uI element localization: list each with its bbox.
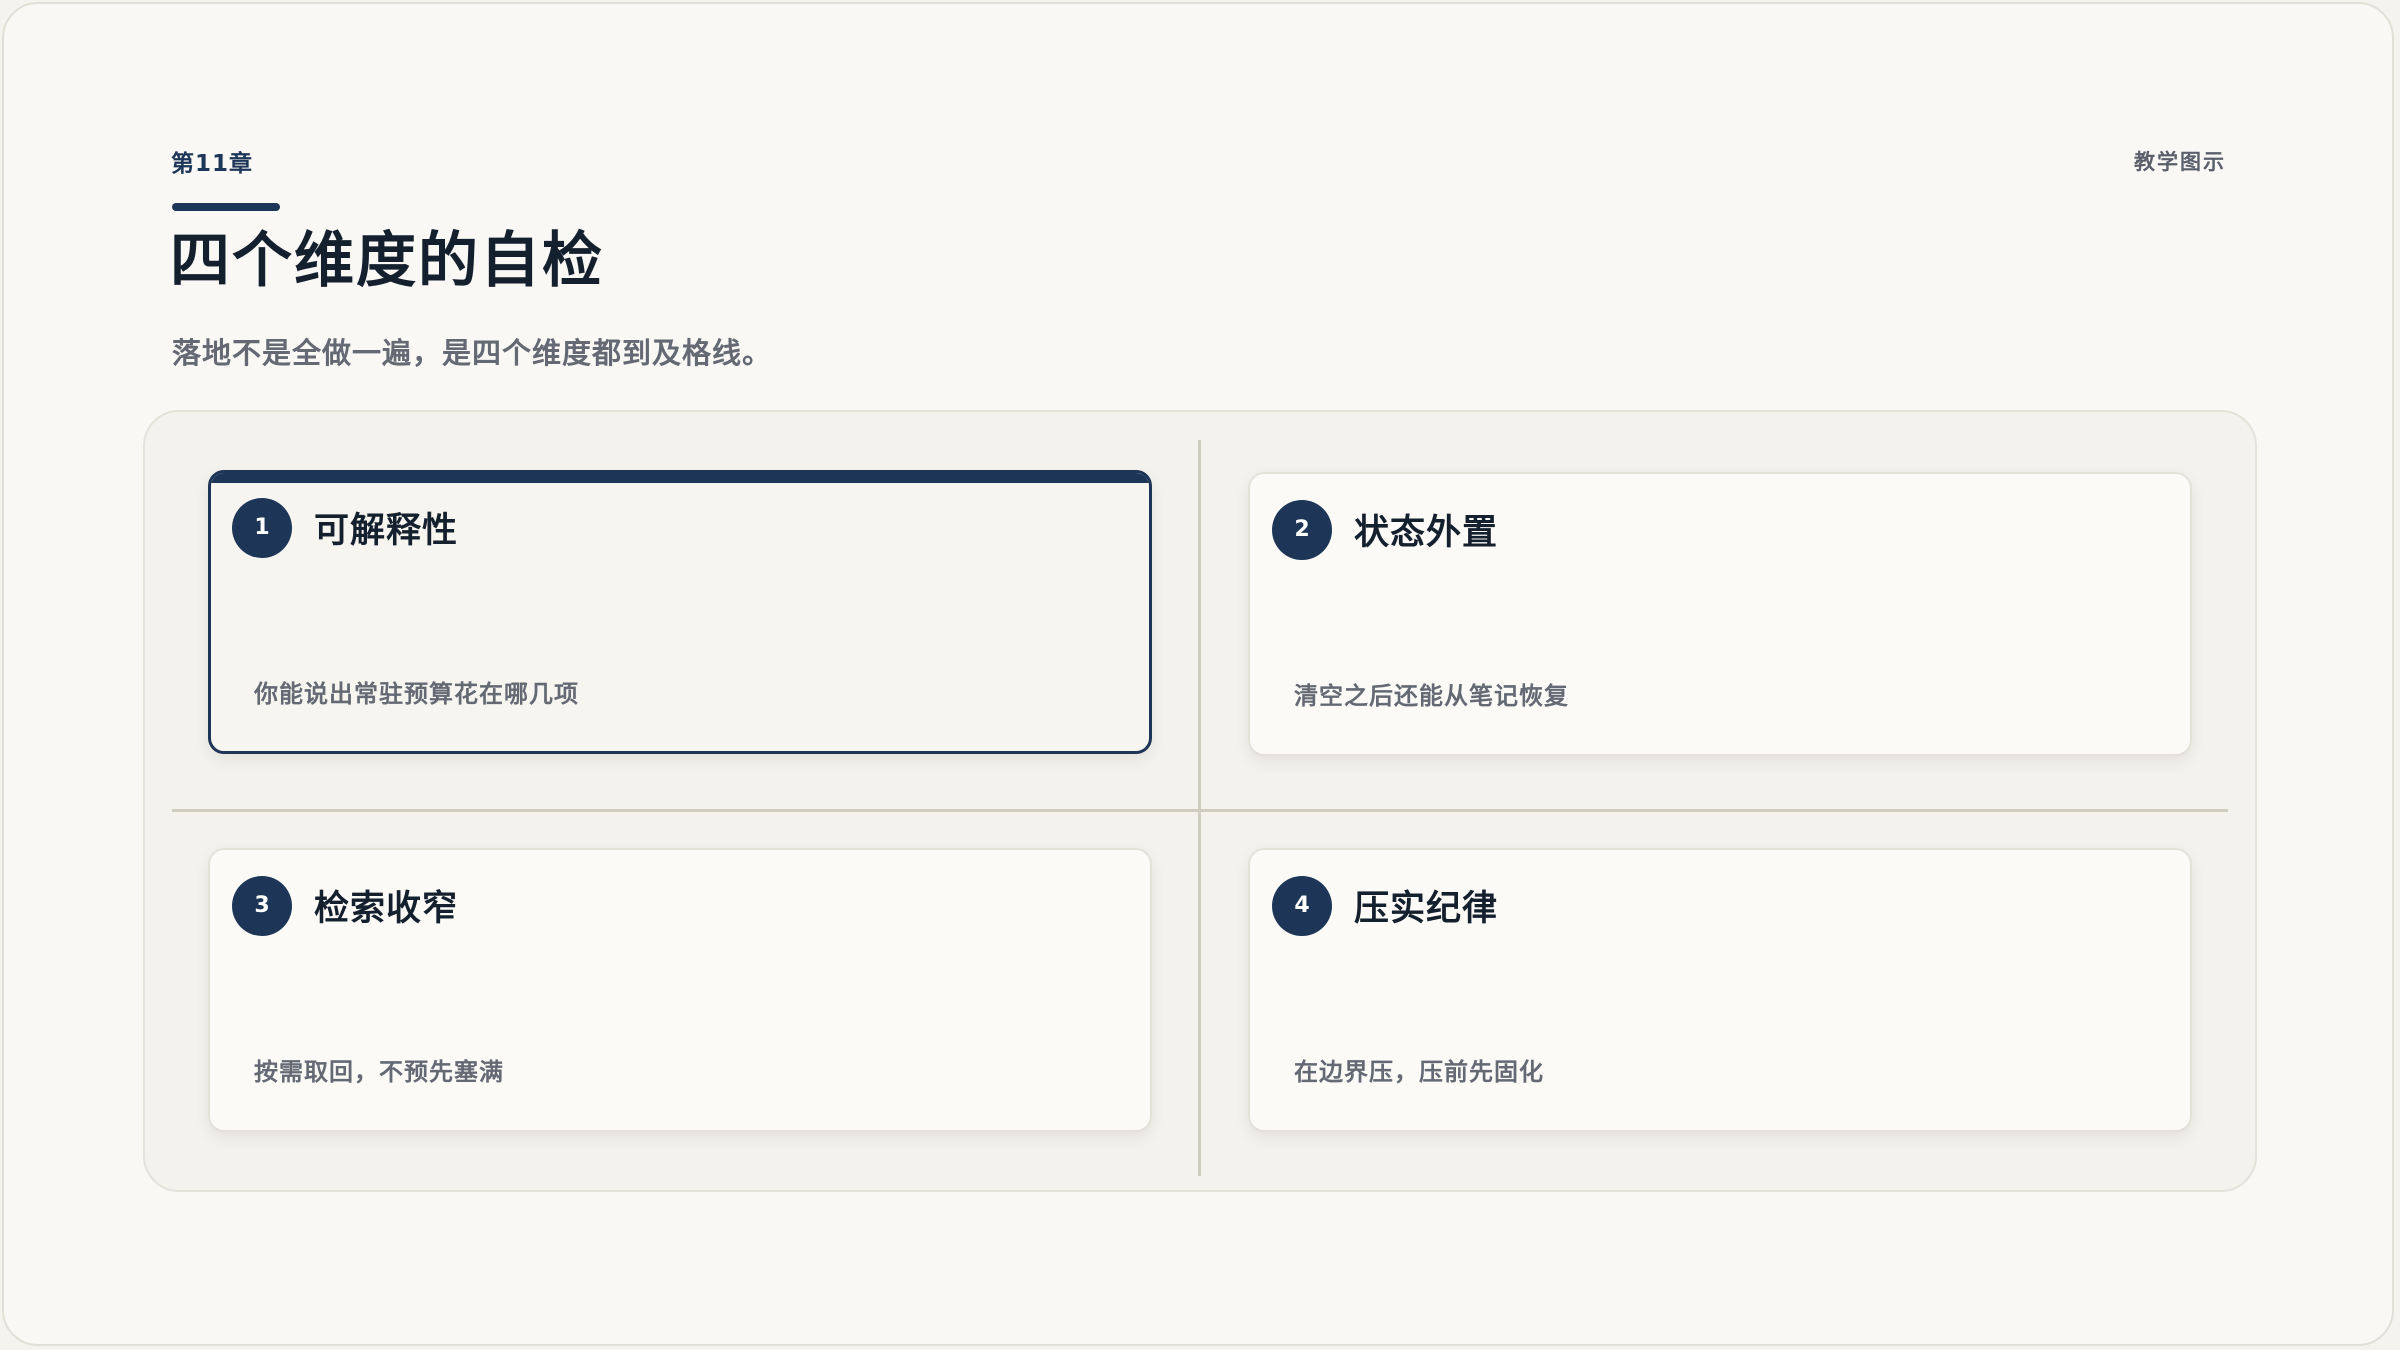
card-title: 可解释性 — [314, 511, 459, 551]
horizontal-axis-divider — [172, 809, 2228, 812]
quadrant-card-2[interactable]: 2 状态外置 清空之后还能从笔记恢复 — [1248, 472, 2192, 756]
number-badge: 2 — [1272, 500, 1332, 560]
quadrant-card-3[interactable]: 3 检索收窄 按需取回，不预先塞满 — [208, 848, 1152, 1132]
quadrant-card-4[interactable]: 4 压实纪律 在边界压，压前先固化 — [1248, 848, 2192, 1132]
card-highlight-bar — [211, 473, 1149, 483]
card-description: 在边界压，压前先固化 — [1294, 1058, 1544, 1086]
card-title: 状态外置 — [1354, 513, 1499, 553]
number-badge: 1 — [232, 498, 292, 558]
quadrant-card-1[interactable]: 1 可解释性 你能说出常驻预算花在哪几项 — [208, 470, 1152, 754]
figure-tag: 教学图示 — [2134, 150, 2226, 174]
page-subtitle: 落地不是全做一遍，是四个维度都到及格线。 — [172, 336, 773, 370]
card-title: 检索收窄 — [314, 889, 459, 929]
number-badge: 4 — [1272, 876, 1332, 936]
page-title: 四个维度的自检 — [170, 226, 604, 296]
card-title: 压实纪律 — [1354, 889, 1499, 929]
vertical-axis-divider — [1198, 440, 1201, 1176]
number-badge: 3 — [232, 876, 292, 936]
chapter-label: 第11章 — [171, 151, 254, 177]
card-description: 你能说出常驻预算花在哪几项 — [254, 680, 579, 708]
card-description: 按需取回，不预先塞满 — [254, 1058, 504, 1086]
title-accent-bar — [172, 203, 280, 211]
card-description: 清空之后还能从笔记恢复 — [1294, 682, 1569, 710]
